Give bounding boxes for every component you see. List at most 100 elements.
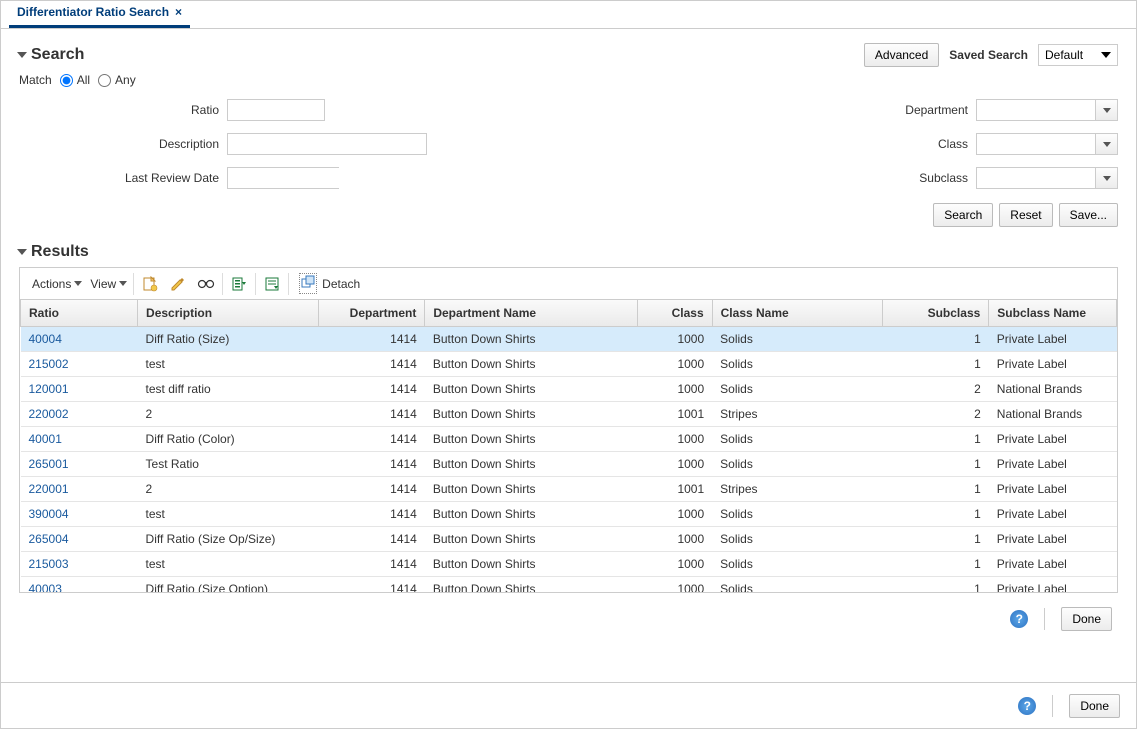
dropdown-class-icon[interactable]	[1096, 133, 1118, 155]
results-title: Results	[31, 243, 89, 261]
col-department[interactable]: Department	[318, 300, 424, 326]
tab-diff-ratio-search[interactable]: Differentiator Ratio Search ×	[9, 0, 190, 28]
detach-button[interactable]: Detach	[295, 271, 364, 296]
input-class[interactable]	[976, 133, 1096, 155]
cell-subclass: 1	[882, 551, 988, 576]
actions-label: Actions	[32, 277, 71, 291]
cell-ratio[interactable]: 265004	[21, 526, 138, 551]
reset-button[interactable]: Reset	[999, 203, 1052, 227]
cell-ratio[interactable]: 220002	[21, 401, 138, 426]
cell-subclass: 2	[882, 401, 988, 426]
table-row[interactable]: 40001Diff Ratio (Color)1414Button Down S…	[21, 426, 1117, 451]
saved-search-select[interactable]: Default	[1038, 44, 1118, 66]
disclosure-icon[interactable]	[17, 52, 27, 58]
dropdown-subclass-icon[interactable]	[1096, 167, 1118, 189]
cell-department: 1414	[318, 576, 424, 592]
save-button[interactable]: Save...	[1059, 203, 1118, 227]
input-description[interactable]	[227, 133, 427, 155]
input-ratio[interactable]	[227, 99, 325, 121]
table-row[interactable]: 265004Diff Ratio (Size Op/Size)1414Butto…	[21, 526, 1117, 551]
cell-subclass-name: Private Label	[989, 526, 1117, 551]
done-button[interactable]: Done	[1069, 694, 1120, 718]
row-department: Department	[619, 99, 1119, 121]
cell-class-name: Solids	[712, 351, 882, 376]
cell-ratio[interactable]: 40001	[21, 426, 138, 451]
match-all-radio[interactable]	[60, 74, 73, 87]
col-ratio[interactable]: Ratio	[21, 300, 138, 326]
cell-description: test	[138, 551, 319, 576]
cell-ratio[interactable]: 220001	[21, 476, 138, 501]
view-icon[interactable]	[196, 274, 216, 294]
cell-class: 1000	[638, 426, 712, 451]
cell-subclass: 1	[882, 451, 988, 476]
cell-department: 1414	[318, 526, 424, 551]
col-description[interactable]: Description	[138, 300, 319, 326]
table-row[interactable]: 40003Diff Ratio (Size Option)1414Button …	[21, 576, 1117, 592]
match-any-radio[interactable]	[98, 74, 111, 87]
col-subclass-name[interactable]: Subclass Name	[989, 300, 1117, 326]
match-any-option[interactable]: Any	[98, 73, 136, 87]
cell-class: 1000	[638, 576, 712, 592]
cell-description: Diff Ratio (Size Op/Size)	[138, 526, 319, 551]
cell-subclass: 1	[882, 476, 988, 501]
search-button[interactable]: Search	[933, 203, 993, 227]
table-row[interactable]: 265001Test Ratio1414Button Down Shirts10…	[21, 451, 1117, 476]
cell-ratio[interactable]: 40004	[21, 326, 138, 351]
table-row[interactable]: 215003test1414Button Down Shirts1000Soli…	[21, 551, 1117, 576]
match-row: Match All Any	[19, 73, 1118, 87]
cell-subclass: 1	[882, 326, 988, 351]
match-all-option[interactable]: All	[60, 73, 90, 87]
cell-ratio[interactable]: 265001	[21, 451, 138, 476]
cell-department-name: Button Down Shirts	[425, 426, 638, 451]
cell-ratio[interactable]: 390004	[21, 501, 138, 526]
cell-description: 2	[138, 401, 319, 426]
table-row[interactable]: 40004Diff Ratio (Size)1414Button Down Sh…	[21, 326, 1117, 351]
outer-footer: ? Done	[1, 682, 1136, 728]
help-icon[interactable]: ?	[1018, 697, 1036, 715]
label-subclass: Subclass	[619, 171, 969, 185]
col-class-name[interactable]: Class Name	[712, 300, 882, 326]
actions-menu[interactable]: Actions	[32, 277, 82, 291]
dropdown-department-icon[interactable]	[1096, 99, 1118, 121]
export-icon[interactable]	[229, 274, 249, 294]
cell-department: 1414	[318, 326, 424, 351]
results-grid-scroll[interactable]: Ratio Description Department Department …	[20, 300, 1117, 592]
search-title: Search	[31, 46, 84, 64]
col-subclass[interactable]: Subclass	[882, 300, 988, 326]
content-area: Search Advanced Saved Search Default Mat…	[1, 29, 1136, 682]
chevron-down-icon	[1103, 108, 1111, 113]
cell-description: Diff Ratio (Color)	[138, 426, 319, 451]
tb-detach-seg: Detach	[289, 268, 370, 299]
form-col-left: Ratio Description Last Review Date	[79, 99, 579, 189]
help-icon[interactable]: ?	[1010, 610, 1028, 628]
cell-ratio[interactable]: 120001	[21, 376, 138, 401]
disclosure-icon[interactable]	[17, 249, 27, 255]
input-last-review[interactable]	[228, 168, 391, 188]
cell-department-name: Button Down Shirts	[425, 476, 638, 501]
cell-ratio[interactable]: 40003	[21, 576, 138, 592]
edit-icon[interactable]	[168, 274, 188, 294]
table-row[interactable]: 215002test1414Button Down Shirts1000Soli…	[21, 351, 1117, 376]
table-row[interactable]: 22000121414Button Down Shirts1001Stripes…	[21, 476, 1117, 501]
view-menu[interactable]: View	[90, 277, 127, 291]
input-subclass[interactable]	[976, 167, 1096, 189]
cell-ratio[interactable]: 215003	[21, 551, 138, 576]
col-department-name[interactable]: Department Name	[425, 300, 638, 326]
advanced-button[interactable]: Advanced	[864, 43, 939, 67]
table-row[interactable]: 22000221414Button Down Shirts1001Stripes…	[21, 401, 1117, 426]
table-row[interactable]: 120001test diff ratio1414Button Down Shi…	[21, 376, 1117, 401]
cell-ratio[interactable]: 215002	[21, 351, 138, 376]
label-class: Class	[619, 137, 969, 151]
table-row[interactable]: 390004test1414Button Down Shirts1000Soli…	[21, 501, 1117, 526]
create-icon[interactable]	[140, 274, 160, 294]
cell-subclass-name: Private Label	[989, 476, 1117, 501]
wrap-icon[interactable]	[262, 274, 282, 294]
input-department[interactable]	[976, 99, 1096, 121]
close-icon[interactable]: ×	[175, 5, 182, 19]
search-header-right: Advanced Saved Search Default	[864, 43, 1118, 67]
cell-subclass: 1	[882, 576, 988, 592]
done-button[interactable]: Done	[1061, 607, 1112, 631]
col-class[interactable]: Class	[638, 300, 712, 326]
cell-subclass-name: Private Label	[989, 501, 1117, 526]
cell-description: test	[138, 351, 319, 376]
